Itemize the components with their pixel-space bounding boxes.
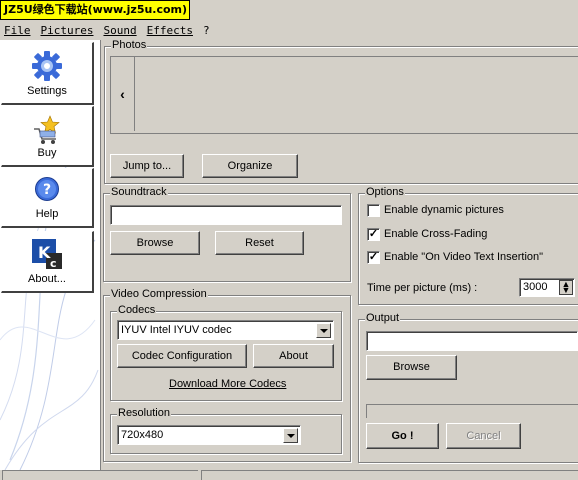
sidebar-item-label: Buy bbox=[37, 147, 57, 159]
time-per-picture-value: 3000 bbox=[523, 281, 548, 293]
soundtrack-reset-button[interactable]: Reset bbox=[215, 231, 304, 255]
menu-sound[interactable]: Sound bbox=[99, 24, 140, 37]
cross-fading-label: Enable Cross-Fading bbox=[384, 228, 488, 240]
sidebar-item-label: Help bbox=[35, 208, 59, 220]
spinner-arrows-icon[interactable]: ▲ ▼ bbox=[559, 280, 573, 295]
svg-text:?: ? bbox=[43, 182, 51, 198]
progress-bar bbox=[366, 404, 578, 418]
sidebar-item-about[interactable]: K c About... bbox=[1, 231, 94, 293]
text-insertion-label: Enable "On Video Text Insertion" bbox=[384, 251, 544, 263]
sidebar: Settings Buy ? Help K c About... bbox=[0, 40, 101, 470]
cross-fading-checkbox[interactable]: ✓ bbox=[367, 228, 380, 241]
cancel-button[interactable]: Cancel bbox=[446, 423, 521, 449]
resolution-select-value: 720x480 bbox=[121, 429, 164, 441]
photo-strip[interactable]: ‹ bbox=[110, 56, 578, 134]
sidebar-item-label: Settings bbox=[27, 85, 67, 97]
cart-star-icon bbox=[34, 115, 60, 144]
codecs-group-title: Codecs bbox=[117, 304, 157, 316]
svg-text:c: c bbox=[50, 257, 57, 270]
codec-select-value: IYUV Intel IYUV codec bbox=[121, 324, 232, 336]
resolution-group-title: Resolution bbox=[117, 407, 171, 419]
status-pane-1 bbox=[2, 470, 198, 480]
output-browse-button[interactable]: Browse bbox=[366, 355, 457, 380]
video-compression-title: Video Compression bbox=[110, 288, 208, 300]
codec-select[interactable]: IYUV Intel IYUV codec bbox=[117, 320, 334, 340]
menu-help[interactable]: ? bbox=[199, 24, 214, 37]
chevron-down-icon[interactable] bbox=[316, 323, 331, 338]
output-group-title: Output bbox=[365, 312, 401, 324]
menu-pictures[interactable]: Pictures bbox=[37, 24, 98, 37]
status-pane-2 bbox=[201, 470, 578, 480]
codec-configuration-button[interactable]: Codec Configuration bbox=[117, 344, 247, 368]
watermark-banner: JZ5U绿色下载站(www.jz5u.com) bbox=[0, 0, 190, 20]
sidebar-item-settings[interactable]: Settings bbox=[1, 42, 94, 105]
menu-file[interactable]: File bbox=[0, 24, 35, 37]
help-icon: ? bbox=[35, 177, 59, 201]
menu-bar: File Pictures Sound Effects ? bbox=[0, 21, 578, 40]
sidebar-item-label: About... bbox=[28, 273, 66, 285]
text-insertion-checkbox[interactable]: ✓ bbox=[367, 251, 380, 264]
status-bar bbox=[0, 469, 578, 480]
options-group-title: Options bbox=[365, 186, 405, 198]
download-codecs-link[interactable]: Download More Codecs bbox=[169, 378, 286, 390]
jump-to-button[interactable]: Jump to... bbox=[110, 154, 184, 178]
menu-effects[interactable]: Effects bbox=[143, 24, 197, 37]
gear-icon bbox=[32, 51, 62, 81]
soundtrack-group-title: Soundtrack bbox=[110, 186, 168, 198]
kc-logo-icon: K c bbox=[32, 239, 62, 270]
sidebar-item-help[interactable]: ? Help bbox=[1, 168, 94, 228]
soundtrack-field[interactable] bbox=[110, 205, 342, 225]
organize-button[interactable]: Organize bbox=[202, 154, 298, 178]
resolution-select[interactable]: 720x480 bbox=[117, 425, 301, 445]
time-per-picture-spinner[interactable]: 3000 ▲ ▼ bbox=[519, 278, 575, 297]
photos-group-title: Photos bbox=[111, 39, 148, 51]
go-button[interactable]: Go ! bbox=[366, 423, 439, 449]
dynamic-pictures-checkbox[interactable] bbox=[367, 204, 380, 217]
sidebar-item-buy[interactable]: Buy bbox=[1, 106, 94, 167]
codec-about-button[interactable]: About bbox=[253, 344, 334, 368]
chevron-down-icon[interactable] bbox=[283, 428, 298, 443]
soundtrack-browse-button[interactable]: Browse bbox=[110, 231, 200, 255]
scroll-left-button[interactable]: ‹ bbox=[111, 57, 135, 131]
output-field[interactable] bbox=[366, 331, 578, 351]
dynamic-pictures-label: Enable dynamic pictures bbox=[384, 204, 504, 216]
time-per-picture-label: Time per picture (ms) : bbox=[367, 282, 478, 294]
